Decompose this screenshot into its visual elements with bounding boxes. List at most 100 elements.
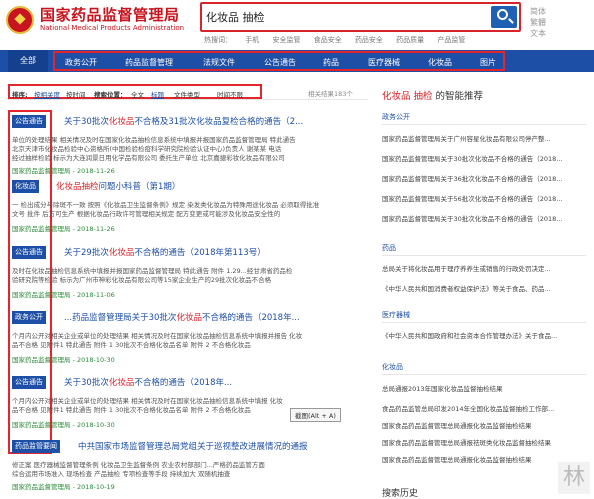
tab-medical-devices[interactable]: 医疗器械	[368, 57, 400, 68]
recommendation-link[interactable]: 《中华人民共和国消费者权益保护法》等关于食品、药品...	[382, 283, 551, 293]
title-highlight: 化妆品	[176, 313, 202, 323]
title-highlight: 化妆品	[108, 117, 135, 127]
search-icon	[497, 9, 508, 20]
lang-text[interactable]: 文本	[530, 28, 546, 39]
search-input[interactable]	[206, 7, 491, 27]
title-text: 不合格及31批次化妆品复检合格的通告（2...	[134, 117, 304, 127]
position-label: 搜索位置：	[94, 91, 127, 99]
result-source-date[interactable]: 国家药品监督管理局 - 2018-10-30	[12, 354, 115, 364]
lang-traditional[interactable]: 繁體	[530, 17, 546, 28]
title-text: 不合格的通告（2018年第113号）	[134, 248, 266, 258]
hotword-link[interactable]: 手机	[245, 36, 259, 44]
file-type-select[interactable]: 文件类型	[174, 89, 200, 99]
recommendation-link[interactable]: 食品药品监管总局印发2014年全国化妆品监督抽检工作部...	[382, 403, 554, 413]
divider	[382, 322, 586, 323]
result-source-date[interactable]: 国家药品监督管理局 - 2018-11-26	[12, 223, 115, 233]
site-logo[interactable]: 国家药品监督管理局 National Medical Products Admi…	[6, 4, 196, 40]
tab-drug-supervision[interactable]: 药品监督管理	[125, 57, 173, 68]
title-text: 不合格的通告（2018年...	[134, 378, 233, 388]
nav-highlight-box: 政务公开 药品监督管理 法规文件 公告通告 药品 医疗器械 化妆品 图片	[53, 51, 505, 71]
section-medical-devices[interactable]: 医疗器械	[382, 310, 410, 320]
title-highlight: 化妆品	[108, 378, 135, 388]
result-title[interactable]: 关于30批次化妆品不合格及31批次化妆品复检合格的通告（2...	[64, 115, 303, 127]
result-tag[interactable]: 公告通告	[12, 246, 46, 259]
lang-simplified[interactable]: 简体	[530, 6, 546, 17]
search-button[interactable]	[491, 6, 517, 28]
hotword-link[interactable]: 产品监管	[437, 36, 465, 44]
search-box	[200, 2, 521, 32]
tab-all[interactable]: 全部	[8, 50, 48, 72]
result-tag[interactable]: 公告通告	[12, 115, 46, 128]
result-title[interactable]: 关于29批次化妆品不合格的通告（2018年第113号）	[64, 246, 266, 258]
screenshot-tooltip: 截图(Alt + A)	[290, 408, 341, 422]
title-highlight: 化妆品	[108, 248, 135, 258]
result-tag[interactable]: 化妆品	[12, 180, 39, 193]
title-text: 不合格的通告（2018年...	[201, 313, 300, 323]
result-tag[interactable]: 药品监管要闻	[12, 440, 60, 453]
result-title[interactable]: 关于30批次化妆品不合格的通告（2018年...	[64, 376, 232, 388]
result-source-date[interactable]: 国家药品监督管理局 - 2018-10-19	[12, 481, 115, 491]
tab-regulations[interactable]: 法规文件	[203, 57, 235, 68]
tab-drugs[interactable]: 药品	[323, 57, 339, 68]
result-snippet: 文号 批件 后方可生产 根据化妆品行政许可管理相关规定 配方变更或可能涉及化妆品…	[12, 210, 281, 218]
result-snippet: 北京天津市化妆品检验中心资格所(中国检验检疫科学研究院检验认证中心)负责人 谢某…	[12, 145, 282, 153]
result-title[interactable]: 中共国家市场监督管理总局党组关于巡视整改进展情况的通报	[78, 440, 308, 452]
recommendation-link[interactable]: 国家药品监督管理局关于36批次化妆品不合格的通告（2018...	[382, 173, 563, 183]
language-switch: 简体 繁體 文本	[530, 6, 546, 39]
section-government-affairs[interactable]: 政务公开	[382, 112, 410, 122]
hotwords-label: 热搜词：	[204, 36, 232, 44]
title-text: 问题小科普（第1期）	[98, 182, 181, 192]
section-drugs[interactable]: 药品	[382, 243, 396, 253]
title-text: 的智能推荐	[432, 91, 484, 102]
result-tag[interactable]: 公告通告	[12, 376, 46, 389]
result-snippet: 一 检出成分与除斑不一致 按照《化妆品卫生监督条例》规定 染发类化妆品为特殊用途…	[12, 201, 320, 209]
recommendation-link[interactable]: 总局关于将化妆品用于理疗养养生或销售的行政处罚决定...	[382, 263, 551, 273]
tab-cosmetics[interactable]: 化妆品	[428, 57, 452, 68]
site-header: 国家药品监督管理局 National Medical Products Admi…	[0, 0, 594, 46]
logo-title: 国家药品监督管理局	[40, 6, 180, 24]
result-count: 相关结果183个	[308, 90, 353, 98]
tab-announcements[interactable]: 公告通告	[264, 57, 296, 68]
logo-subtitle: National Medical Products Administration	[40, 24, 185, 32]
recommendation-link[interactable]: 国家食品药品监督管理总局通报祛斑类化妆品监督抽检结果	[382, 437, 551, 447]
position-full-text[interactable]: 全文	[131, 89, 144, 99]
filter-highlight-box: 排序: 按相关度 按时间 搜索位置： 全文 标题 文件类型 时间不限	[8, 84, 262, 99]
time-range-select[interactable]: 时间不限	[217, 89, 243, 99]
category-nav: 全部 政务公开 药品监督管理 法规文件 公告通告 药品 医疗器械 化妆品 图片	[0, 50, 594, 72]
result-snippet: 经过抽样检验 标示为大连润景日用化学品有限公司 委托生产单位 北京嘉捷彩妆化妆品…	[12, 154, 285, 162]
sort-relevance[interactable]: 按相关度	[34, 89, 60, 99]
result-snippet: 及时在化妆品抽检信息系统中填报并报国家药品监督管理局 特此通告 附件 1.29.…	[12, 267, 293, 275]
result-snippet: 个月内公开对相关企业或单位的处理结果 相关情况及时在国家化妆品抽检信息系统中填报…	[12, 332, 303, 340]
recommendation-link[interactable]: 总局通报2013年国家化妆品监督抽检结果	[382, 383, 503, 393]
hot-words: 热搜词： 手机 安全监管 食品安全 药品安全 药品质量 产品监管	[204, 35, 476, 45]
watermark: 林	[558, 462, 590, 494]
hotword-link[interactable]: 食品安全	[314, 36, 342, 44]
recommendation-link[interactable]: 国家药品监督管理局关于30批次化妆品不合格的通告（2018...	[382, 213, 563, 223]
recommendation-link[interactable]: 国家食品药品监督管理总局通报化妆品监督抽检结果	[382, 420, 532, 430]
recommendation-link[interactable]: 国家药品监督管理局关于56批次化妆品不合格的通告（2018...	[382, 193, 563, 203]
result-source-date[interactable]: 国家药品监督管理局 - 2018-10-30	[12, 419, 115, 429]
recommendation-link[interactable]: 《中华人民共和国政府和社会资本合作管理办法》关于食品...	[382, 330, 557, 340]
tab-government-affairs[interactable]: 政务公开	[65, 57, 97, 68]
title-text: 关于30批次	[64, 117, 109, 127]
result-title[interactable]: ...药品监督管理局关于30批次化妆品不合格的通告（2018年...	[64, 311, 300, 323]
result-source-date[interactable]: 国家药品监督管理局 - 2018-11-06	[12, 289, 115, 299]
sort-time[interactable]: 按时间	[66, 89, 86, 99]
result-snippet: 品不合格 见附件1 特此通告 附件 1 30批次不合格化妆品名单 附件 2 不合…	[12, 341, 251, 349]
title-text: 关于29批次	[64, 248, 109, 258]
result-title[interactable]: 化妆品抽检问题小科普（第1期）	[56, 180, 180, 192]
hotword-link[interactable]: 药品质量	[396, 36, 424, 44]
recommendation-link[interactable]: 国家药品监督管理局关于广州容星化妆品有限公司停产整...	[382, 133, 551, 143]
position-title[interactable]: 标题	[151, 89, 164, 99]
recommendation-link[interactable]: 国家食品药品监督管理总局通报化妆品监督抽检结果	[382, 454, 532, 464]
section-cosmetics[interactable]: 化妆品	[382, 362, 403, 372]
result-tag[interactable]: 政务公开	[12, 311, 46, 324]
sort-label: 排序:	[12, 91, 28, 99]
divider	[382, 374, 586, 375]
tab-images[interactable]: 图片	[480, 57, 496, 68]
recommendation-link[interactable]: 国家药品监督管理局关于30批次化妆品不合格的通告（2018...	[382, 153, 563, 163]
result-source-date[interactable]: 国家药品监督管理局 - 2018-11-26	[12, 165, 115, 175]
divider	[382, 124, 586, 125]
hotword-link[interactable]: 安全监管	[272, 36, 300, 44]
hotword-link[interactable]: 药品安全	[355, 36, 383, 44]
